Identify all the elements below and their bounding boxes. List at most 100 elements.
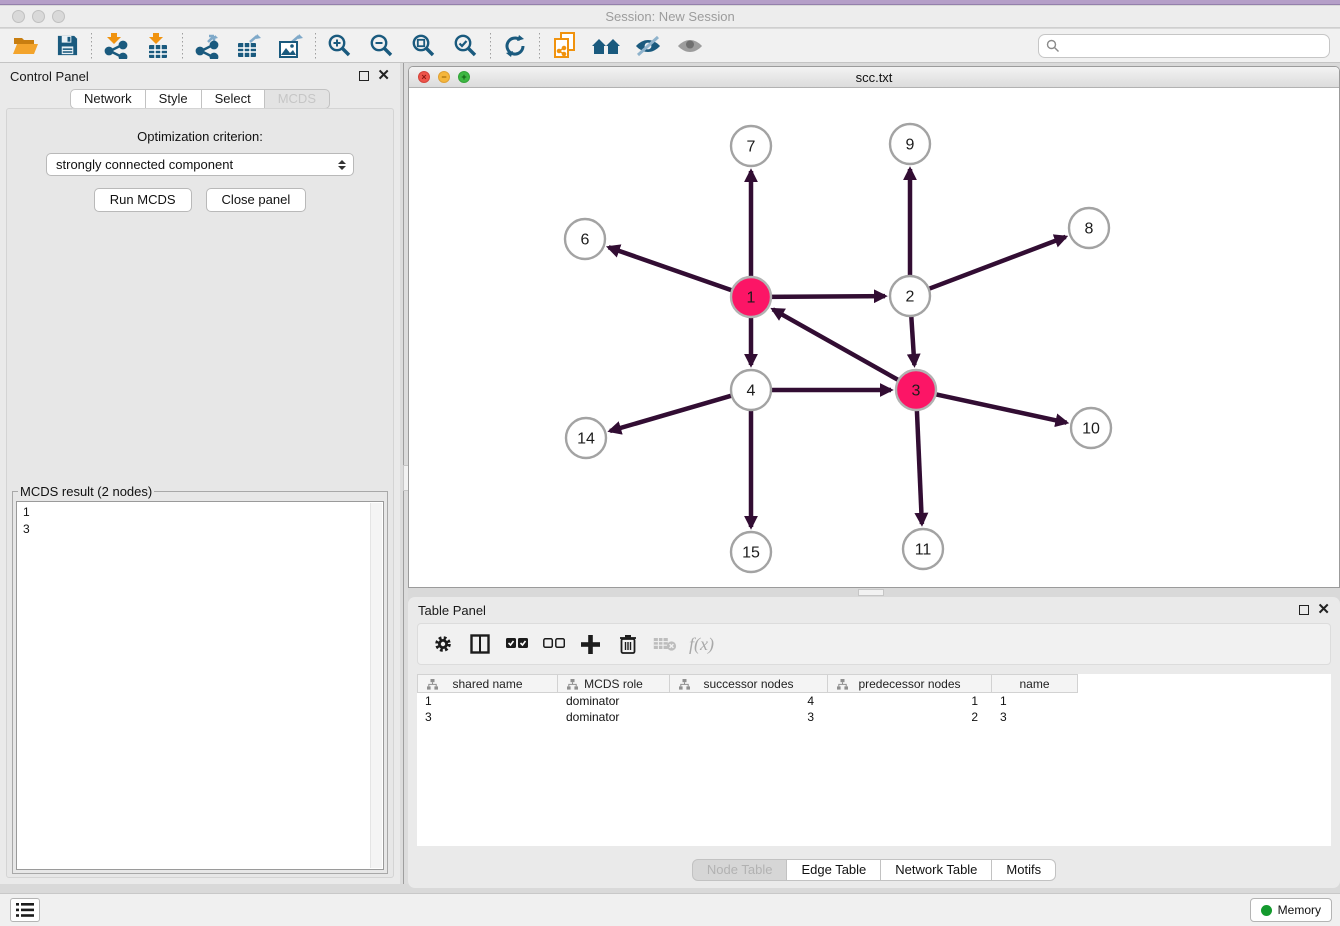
node-label: 10 [1082, 421, 1100, 438]
column-header-shared-name[interactable]: shared name [417, 674, 558, 693]
horizontal-splitter-handle[interactable] [858, 589, 884, 596]
node-15[interactable]: 15 [731, 532, 771, 572]
node-3[interactable]: 3 [896, 370, 936, 410]
float-table-panel-icon[interactable] [1299, 605, 1309, 615]
node-4[interactable]: 4 [731, 370, 771, 410]
horizontal-splitter[interactable] [408, 588, 1340, 597]
table-panel: Table Panel ✕ [408, 597, 1340, 888]
table-header-row: shared name MCDS role successor nodes prede… [417, 674, 1331, 693]
node-11[interactable]: 11 [903, 529, 943, 569]
float-panel-icon[interactable] [359, 71, 369, 81]
search-container [1038, 34, 1330, 58]
zoom-in-button[interactable] [319, 31, 361, 61]
node-2[interactable]: 2 [890, 276, 930, 316]
task-history-button[interactable] [10, 898, 40, 922]
table-row[interactable]: 3dominator323 [417, 709, 1331, 725]
column-header-name[interactable]: name [992, 674, 1078, 693]
zoom-fit-button[interactable] [403, 31, 445, 61]
hide-selected-button[interactable] [627, 31, 669, 61]
run-mcds-button[interactable]: Run MCDS [94, 188, 192, 212]
delete-table-button[interactable] [646, 627, 683, 661]
optimization-label: Optimization criterion: [7, 129, 393, 144]
show-all-button[interactable] [669, 31, 711, 61]
split-panel-button[interactable] [461, 627, 498, 661]
tab-network-table[interactable]: Network Table [881, 859, 992, 881]
open-session-button[interactable] [4, 31, 46, 61]
table-row[interactable]: 1dominator411 [417, 693, 1331, 709]
export-table-icon [236, 33, 262, 59]
deselect-all-button[interactable] [535, 627, 572, 661]
import-network-button[interactable] [95, 31, 137, 61]
edge-3-10[interactable] [932, 393, 1067, 422]
save-session-button[interactable] [46, 31, 88, 61]
first-neighbors-button[interactable] [585, 31, 627, 61]
edge-3-11[interactable] [917, 406, 922, 524]
node-7[interactable]: 7 [731, 126, 771, 166]
node-14[interactable]: 14 [566, 418, 606, 458]
tab-style[interactable]: Style [146, 89, 202, 109]
delete-table-icon [653, 636, 677, 652]
tab-select[interactable]: Select [202, 89, 265, 109]
edge-2-8[interactable] [925, 237, 1066, 290]
zoom-selected-button[interactable] [445, 31, 487, 61]
export-network-button[interactable] [186, 31, 228, 61]
toolbar-separator [315, 33, 316, 59]
column-header-predecessor-nodes[interactable]: predecessor nodes [828, 674, 992, 693]
export-image-button[interactable] [270, 31, 312, 61]
select-all-button[interactable] [498, 627, 535, 661]
memory-button[interactable]: Memory [1250, 898, 1332, 922]
column-header-label: shared name [452, 677, 522, 691]
function-builder-button[interactable]: f(x) [683, 627, 720, 661]
control-panel-title: Control Panel [10, 69, 89, 84]
edge-1-2[interactable] [767, 296, 885, 297]
trash-icon [619, 634, 637, 654]
close-panel-icon[interactable]: ✕ [377, 71, 390, 81]
export-table-button[interactable] [228, 31, 270, 61]
column-header-successor-nodes[interactable]: successor nodes [670, 674, 828, 693]
node-6[interactable]: 6 [565, 219, 605, 259]
node-8[interactable]: 8 [1069, 208, 1109, 248]
import-network-icon [104, 33, 128, 59]
network-canvas[interactable]: 7 9 6 8 1 2 4 3 14 10 15 11 [409, 88, 1339, 587]
column-header-label: successor nodes [703, 677, 793, 691]
control-tabs: NetworkStyleSelectMCDS [0, 89, 400, 109]
result-scrollbar[interactable] [370, 503, 382, 868]
table-body: 1dominator4113dominator323 [417, 693, 1331, 725]
close-panel-button[interactable]: Close panel [206, 188, 307, 212]
show-all-icon [676, 34, 704, 58]
vertical-splitter[interactable] [400, 63, 408, 884]
node-9[interactable]: 9 [890, 124, 930, 164]
edge-4-14[interactable] [610, 394, 736, 431]
network-from-selection-button[interactable] [543, 31, 585, 61]
table-cell: 1 [992, 693, 1078, 709]
tab-mcds[interactable]: MCDS [265, 89, 330, 109]
node-10[interactable]: 10 [1071, 408, 1111, 448]
table-tabs: Node TableEdge TableNetwork TableMotifs [408, 859, 1340, 881]
close-table-panel-icon[interactable]: ✕ [1317, 605, 1330, 615]
tab-edge-table[interactable]: Edge Table [787, 859, 881, 881]
toolbar-separator [91, 33, 92, 59]
gear-button[interactable] [424, 627, 461, 661]
import-table-button[interactable] [137, 31, 179, 61]
add-column-button[interactable] [572, 627, 609, 661]
tab-motifs[interactable]: Motifs [992, 859, 1056, 881]
apply-layout-button[interactable] [494, 31, 536, 61]
edge-2-3[interactable] [911, 312, 914, 365]
network-view-window: × − + scc.txt 7968124314101511 [408, 66, 1340, 588]
node-table: shared name MCDS role successor nodes prede… [417, 674, 1331, 846]
tab-node-table[interactable]: Node Table [692, 859, 788, 881]
edge-3-1[interactable] [773, 309, 902, 382]
search-input[interactable] [1038, 34, 1330, 58]
zoom-out-button[interactable] [361, 31, 403, 61]
deselect-all-icon [543, 638, 565, 650]
delete-button[interactable] [609, 627, 646, 661]
node-1[interactable]: 1 [731, 277, 771, 317]
tab-network[interactable]: Network [70, 89, 146, 109]
main-toolbar [0, 29, 1340, 63]
column-header-mcds-role[interactable]: MCDS role [558, 674, 670, 693]
namespace-icon [679, 679, 690, 690]
edge-1-6[interactable] [609, 247, 736, 291]
mcds-result-box: 13 [16, 501, 384, 870]
network-from-selection-icon [552, 32, 577, 59]
criterion-dropdown[interactable]: strongly connected component [46, 153, 354, 176]
